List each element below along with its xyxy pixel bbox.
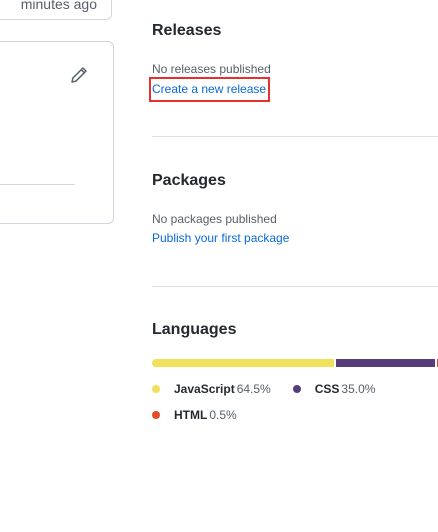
language-bar-segment-javascript[interactable] — [152, 359, 334, 367]
language-percent: 35.0% — [341, 382, 376, 396]
language-list: JavaScript 64.5% CSS 35.0% HTML 0.5% — [152, 380, 438, 432]
commit-time-text: minutes ago — [20, 0, 97, 12]
publish-package-link[interactable]: Publish your first package — [152, 231, 289, 245]
language-percent: 0.5% — [209, 408, 237, 422]
language-dot-icon — [152, 411, 160, 419]
language-percent: 64.5% — [236, 382, 271, 396]
pencil-icon[interactable] — [70, 66, 88, 84]
repo-sidebar-page: minutes ago Releases No releases publish… — [0, 0, 438, 532]
language-item-html[interactable]: HTML 0.5% — [152, 408, 237, 422]
packages-heading[interactable]: Packages — [152, 172, 438, 190]
no-releases-text: No releases published — [152, 62, 271, 76]
section-divider — [152, 286, 438, 287]
about-divider — [0, 184, 75, 185]
language-dot-icon — [152, 385, 160, 393]
highlight-box: Create a new release — [149, 77, 271, 102]
language-dot-icon — [292, 385, 301, 393]
language-name: HTML — [174, 408, 208, 422]
languages-section: Languages JavaScript 64.5% CSS 35.0% HTML 0.5… — [152, 321, 438, 432]
language-item-javascript[interactable]: JavaScript 64.5% — [152, 382, 271, 396]
create-release-link[interactable]: Create a new release — [151, 82, 266, 96]
language-bar-segment-css[interactable] — [335, 359, 435, 367]
about-card — [0, 41, 114, 224]
language-name: JavaScript — [174, 382, 235, 396]
releases-section: Releases No releases published Create a … — [149, 22, 438, 102]
latest-commit-card: minutes ago — [0, 0, 112, 20]
language-bar — [152, 359, 438, 367]
languages-heading: Languages — [152, 321, 237, 338]
releases-heading[interactable]: Releases — [152, 22, 438, 40]
section-divider — [152, 136, 438, 137]
no-packages-text: No packages published — [152, 212, 277, 226]
packages-section: Packages No packages published Publish y… — [152, 172, 438, 247]
language-item-css[interactable]: CSS 35.0% — [292, 382, 376, 396]
language-name: CSS — [314, 382, 340, 396]
